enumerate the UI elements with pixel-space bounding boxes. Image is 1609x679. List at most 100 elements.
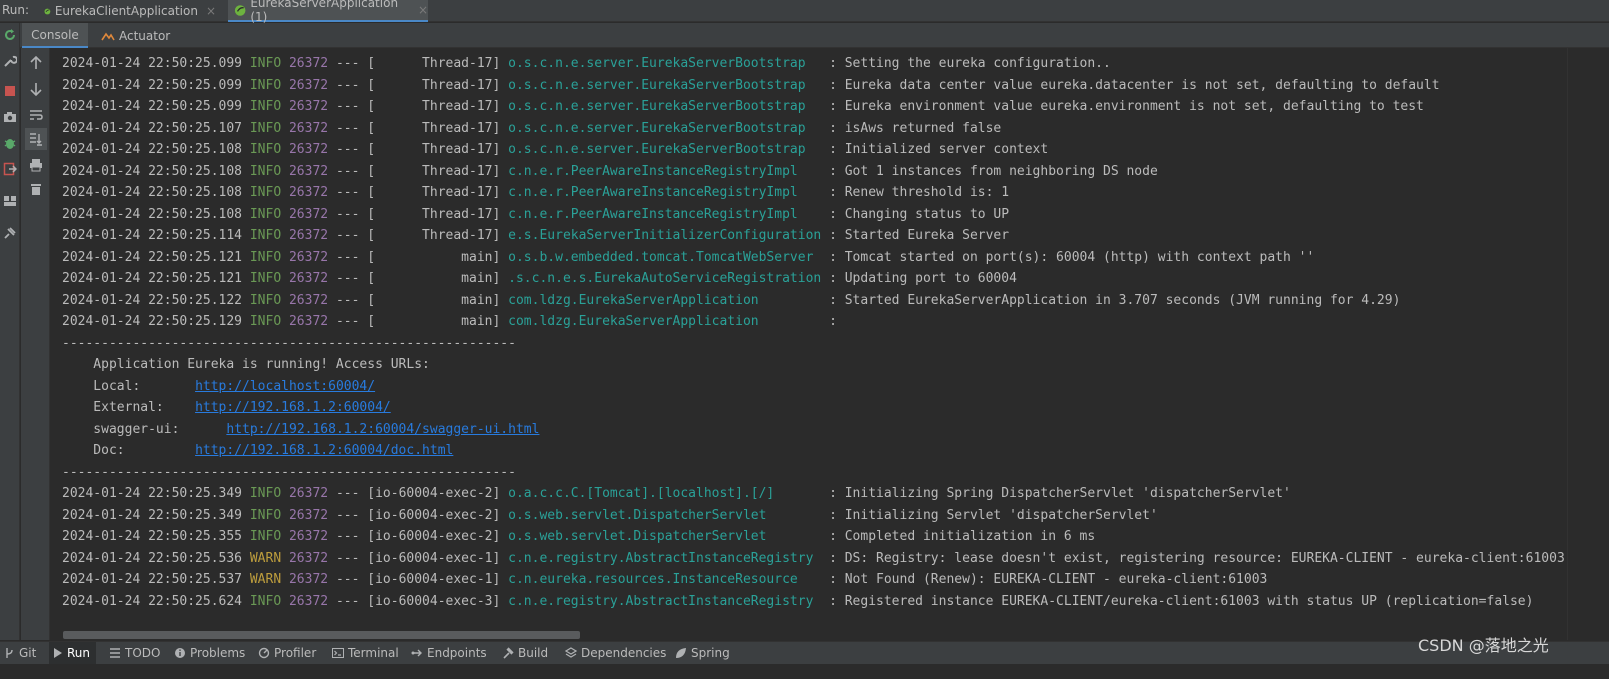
log-pid: 26372 bbox=[288, 163, 329, 179]
log-pid: 26372 bbox=[288, 77, 329, 93]
rerun-icon bbox=[5, 29, 15, 40]
terminal-label: Terminal bbox=[348, 646, 399, 660]
log-pid: 26372 bbox=[288, 486, 329, 501]
todo-tool-button[interactable]: TODO bbox=[109, 642, 160, 664]
profiler-tool-button[interactable]: Profiler bbox=[258, 642, 316, 664]
problems-tool-button[interactable]: Problems bbox=[174, 642, 245, 664]
edit-configuration-button[interactable] bbox=[0, 51, 20, 71]
log-line: 2024-01-24 22:50:25.108 INFO 26372 --- [… bbox=[62, 139, 1048, 161]
terminal-tool-button[interactable]: Terminal bbox=[332, 642, 399, 664]
arrow-down-icon bbox=[30, 83, 42, 96]
log-message: : Got 1 instances from neighboring DS no… bbox=[829, 163, 1158, 179]
log-message: : Completed initialization in 6 ms bbox=[829, 529, 1096, 544]
external-url-link[interactable]: http://192.168.1.2:60004/ bbox=[195, 400, 391, 415]
log-message: : bbox=[829, 314, 837, 329]
log-timestamp: 2024-01-24 22:50:25.108 bbox=[62, 206, 243, 222]
log-thread: [ Thread-17] bbox=[367, 228, 509, 243]
git-tool-button[interactable]: Git bbox=[4, 642, 36, 664]
log-pid: 26372 bbox=[288, 271, 329, 286]
hammer-icon bbox=[503, 647, 514, 659]
scroll-down-button[interactable] bbox=[25, 78, 47, 100]
scroll-to-end-icon bbox=[30, 133, 42, 146]
exit-button[interactable] bbox=[0, 159, 20, 179]
stop-button[interactable] bbox=[0, 81, 20, 101]
log-line: 2024-01-24 22:50:25.624 INFO 26372 --- [… bbox=[62, 591, 1533, 613]
log-pid: 26372 bbox=[288, 292, 329, 308]
console-output[interactable]: 2024-01-24 22:50:25.099 INFO 26372 --- [… bbox=[51, 48, 1567, 640]
banner-doc-row: Doc: http://192.168.1.2:60004/doc.html bbox=[62, 440, 453, 462]
dump-threads-button[interactable] bbox=[0, 107, 20, 127]
tool-window-bar: Git Run TODO Problems Profiler Terminal … bbox=[0, 641, 1609, 664]
swagger-url-link[interactable]: http://192.168.1.2:60004/swagger-ui.html bbox=[226, 422, 539, 437]
log-pid: 26372 bbox=[288, 185, 329, 200]
log-pid: 26372 bbox=[288, 142, 329, 157]
pin-tab-button[interactable] bbox=[0, 223, 20, 243]
log-level: INFO bbox=[249, 292, 282, 308]
horizontal-scrollbar[interactable] bbox=[63, 631, 580, 639]
tab-actuator-label: Actuator bbox=[119, 28, 171, 43]
local-url-link[interactable]: http://localhost:60004/ bbox=[195, 379, 375, 394]
tab-eureka-server-application[interactable]: EurekaServerApplication (1) × bbox=[228, 0, 428, 24]
endpoints-tool-button[interactable]: Endpoints bbox=[411, 642, 487, 664]
log-level: INFO bbox=[249, 314, 282, 329]
log-line: 2024-01-24 22:50:25.537 WARN 26372 --- [… bbox=[62, 569, 1267, 591]
log-thread: [ Thread-17] bbox=[367, 206, 509, 222]
log-separator: --- bbox=[328, 550, 368, 566]
debug-button[interactable] bbox=[0, 133, 20, 153]
log-thread: [ main] bbox=[367, 249, 509, 265]
log-message: : Started Eureka Server bbox=[829, 228, 1010, 243]
log-level: INFO bbox=[249, 185, 282, 200]
tab-console[interactable]: Console bbox=[22, 23, 88, 48]
scroll-up-button[interactable] bbox=[25, 52, 47, 74]
git-branch-icon bbox=[6, 648, 13, 658]
info-circle-icon bbox=[175, 648, 185, 658]
log-separator: --- bbox=[328, 206, 368, 222]
rerun-button[interactable] bbox=[0, 25, 20, 45]
log-timestamp: 2024-01-24 22:50:25.349 bbox=[62, 507, 243, 523]
log-line: 2024-01-24 22:50:25.114 INFO 26372 --- [… bbox=[62, 225, 1009, 247]
layout-icon bbox=[4, 196, 16, 206]
tab-eureka-client-application[interactable]: EurekaClientApplication × bbox=[38, 0, 216, 22]
soft-wrap-button[interactable] bbox=[25, 104, 47, 126]
log-separator: --- bbox=[328, 228, 368, 243]
close-icon[interactable]: × bbox=[206, 4, 216, 18]
log-thread: [ main] bbox=[367, 314, 509, 329]
profiler-label: Profiler bbox=[274, 646, 317, 660]
log-level: INFO bbox=[249, 529, 282, 544]
log-pid: 26372 bbox=[288, 120, 329, 136]
console-toolbar bbox=[21, 48, 50, 640]
log-level: INFO bbox=[249, 206, 282, 222]
log-pid: 26372 bbox=[288, 507, 329, 523]
tab-actuator[interactable]: Actuator bbox=[101, 23, 170, 48]
wrench-icon bbox=[4, 55, 17, 67]
close-icon[interactable]: × bbox=[418, 3, 428, 17]
log-message: : Initialized server context bbox=[829, 142, 1049, 157]
log-timestamp: 2024-01-24 22:50:25.108 bbox=[62, 163, 243, 179]
pin-icon bbox=[4, 227, 16, 239]
log-message: : Eureka environment value eureka.enviro… bbox=[829, 99, 1424, 114]
scroll-to-end-button[interactable] bbox=[25, 128, 47, 150]
log-timestamp: 2024-01-24 22:50:25.355 bbox=[62, 529, 243, 544]
log-timestamp: 2024-01-24 22:50:25.537 bbox=[62, 572, 243, 587]
log-line: 2024-01-24 22:50:25.108 INFO 26372 --- [… bbox=[62, 182, 1009, 204]
log-timestamp: 2024-01-24 22:50:25.122 bbox=[62, 292, 243, 308]
local-label: Local: bbox=[62, 379, 196, 394]
run-tab-bar: Run: EurekaClientApplication × EurekaSer… bbox=[0, 0, 1609, 24]
clear-all-button[interactable] bbox=[25, 178, 47, 200]
log-line: 2024-01-24 22:50:25.099 INFO 26372 --- [… bbox=[62, 96, 1424, 118]
print-button[interactable] bbox=[25, 154, 47, 176]
play-icon bbox=[54, 648, 62, 658]
log-separator: --- bbox=[328, 593, 368, 609]
log-message: : Initializing Servlet 'dispatcherServle… bbox=[829, 507, 1158, 523]
log-thread: [ Thread-17] bbox=[367, 120, 509, 136]
dependencies-tool-button[interactable]: Dependencies bbox=[565, 642, 666, 664]
exit-icon bbox=[3, 162, 17, 176]
log-pid: 26372 bbox=[288, 550, 329, 566]
run-tool-button[interactable]: Run bbox=[49, 642, 97, 664]
layout-button[interactable] bbox=[0, 191, 20, 211]
doc-url-link[interactable]: http://192.168.1.2:60004/doc.html bbox=[195, 443, 453, 458]
console-right-gutter bbox=[1567, 48, 1609, 640]
spring-tool-button[interactable]: Spring bbox=[675, 642, 730, 664]
build-tool-button[interactable]: Build bbox=[502, 642, 548, 664]
log-message: : Not Found (Renew): EUREKA-CLIENT - eur… bbox=[829, 572, 1268, 587]
